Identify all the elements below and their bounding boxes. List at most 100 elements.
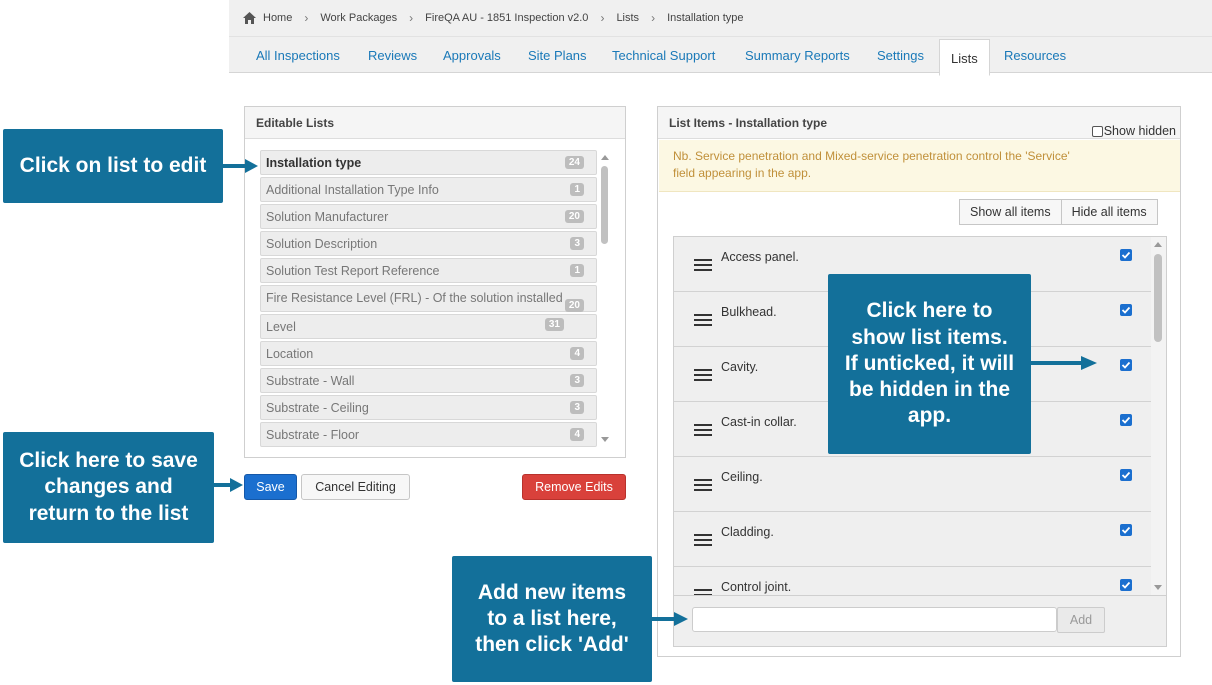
editable-lists-scrollbar[interactable] <box>598 150 612 447</box>
list-item-label: Location <box>266 347 314 361</box>
breadcrumb-work-packages[interactable]: Work Packages <box>320 12 397 24</box>
count-badge: 3 <box>570 237 584 250</box>
list-item[interactable]: Substrate - Wall 3 <box>260 368 597 393</box>
arrow-right-icon <box>651 612 688 626</box>
list-item-installation-type[interactable]: Installation type 24 <box>260 150 597 175</box>
callout-edit-list: Click on list to edit <box>3 129 223 203</box>
list-item-row[interactable]: Cladding. <box>674 512 1152 567</box>
tab-reviews[interactable]: Reviews <box>368 37 417 73</box>
callout-text: show list items. <box>851 325 1008 349</box>
tab-all-inspections[interactable]: All Inspections <box>256 37 340 73</box>
drag-handle-icon[interactable] <box>694 424 712 436</box>
list-item-row[interactable]: Control joint. <box>674 567 1152 596</box>
list-item-label: Cavity. <box>721 360 759 374</box>
scroll-thumb[interactable] <box>601 166 608 244</box>
list-item-label: Solution Description <box>266 237 378 251</box>
breadcrumb-lists[interactable]: Lists <box>616 12 639 24</box>
tab-technical-support[interactable]: Technical Support <box>612 37 715 73</box>
list-item[interactable]: Solution Manufacturer 20 <box>260 204 597 229</box>
info-note-line: Nb. Service penetration and Mixed-servic… <box>673 149 1070 163</box>
save-button[interactable]: Save <box>244 474 297 500</box>
list-item-label: Cladding. <box>721 525 774 539</box>
drag-handle-icon[interactable] <box>694 589 712 596</box>
tab-resources[interactable]: Resources <box>1004 37 1066 73</box>
editable-lists-panel: Editable Lists Installation type 24 Addi… <box>244 106 626 458</box>
arrow-right-icon <box>1031 356 1097 370</box>
list-item-label: Substrate - Wall <box>266 374 355 388</box>
count-badge: 20 <box>564 299 584 312</box>
list-item[interactable]: Additional Installation Type Info 1 <box>260 177 597 202</box>
breadcrumb: Home › Work Packages › FireQA AU - 1851 … <box>229 0 1212 37</box>
info-note: Nb. Service penetration and Mixed-servic… <box>659 140 1180 192</box>
editable-lists: Installation type 24 Additional Installa… <box>260 150 612 447</box>
count-badge: 4 <box>570 428 584 441</box>
list-item[interactable]: Solution Test Report Reference 1 <box>260 258 597 283</box>
list-item[interactable]: Substrate - Floor 4 <box>260 422 597 447</box>
count-badge: 31 <box>544 318 564 331</box>
tab-summary-reports[interactable]: Summary Reports <box>745 37 850 73</box>
tab-site-plans[interactable]: Site Plans <box>528 37 587 73</box>
callout-add-items: Add new items to a list here, then click… <box>452 556 652 682</box>
info-note-line: field appearing in the app. <box>673 166 812 180</box>
visible-checkbox[interactable] <box>1120 249 1132 261</box>
list-item-label: Bulkhead. <box>721 305 777 319</box>
scroll-down-icon[interactable] <box>601 437 609 442</box>
tab-approvals[interactable]: Approvals <box>443 37 501 73</box>
visible-checkbox[interactable] <box>1120 524 1132 536</box>
callout-text: Add new items <box>477 580 627 604</box>
count-badge: 3 <box>570 401 584 414</box>
add-button[interactable]: Add <box>1057 607 1105 633</box>
visible-checkbox[interactable] <box>1120 304 1132 316</box>
chevron-right-icon: › <box>409 11 414 25</box>
drag-handle-icon[interactable] <box>694 259 712 271</box>
visibility-button-group: Show all items Hide all items <box>959 199 1158 225</box>
list-item-label: Cast-in collar. <box>721 415 797 429</box>
count-badge: 1 <box>570 264 584 277</box>
scroll-up-icon[interactable] <box>601 155 609 160</box>
visible-checkbox[interactable] <box>1120 359 1132 371</box>
show-all-items-button[interactable]: Show all items <box>959 199 1062 225</box>
scroll-up-icon[interactable] <box>1154 242 1162 247</box>
count-badge: 24 <box>564 156 584 169</box>
tab-lists[interactable]: Lists <box>939 39 990 76</box>
callout-text: changes and <box>44 475 173 499</box>
count-badge: 20 <box>564 210 584 223</box>
breadcrumb-project[interactable]: FireQA AU - 1851 Inspection v2.0 <box>425 12 588 24</box>
add-item-row: Add <box>673 596 1167 647</box>
hide-all-items-button[interactable]: Hide all items <box>1061 199 1158 225</box>
scroll-thumb[interactable] <box>1154 254 1162 342</box>
list-item-row[interactable]: Ceiling. <box>674 457 1152 512</box>
drag-handle-icon[interactable] <box>694 479 712 491</box>
chevron-right-icon: › <box>304 11 309 25</box>
visible-checkbox[interactable] <box>1120 414 1132 426</box>
list-item[interactable]: Substrate - Ceiling 3 <box>260 395 597 420</box>
list-items-header: List Items - Installation type Show hidd… <box>658 107 1180 139</box>
callout-show-items: Click here to show list items. If untick… <box>828 274 1031 454</box>
callout-text: Click here to <box>866 299 993 323</box>
list-item[interactable]: Level 31 <box>260 314 597 339</box>
remove-edits-button[interactable]: Remove Edits <box>522 474 626 500</box>
list-items-scrollbar[interactable] <box>1151 237 1166 595</box>
list-item-label: Additional Installation Type Info <box>266 183 439 197</box>
list-item[interactable]: Solution Description 3 <box>260 231 597 256</box>
drag-handle-icon[interactable] <box>694 369 712 381</box>
tab-settings[interactable]: Settings <box>877 37 924 73</box>
breadcrumb-home[interactable]: Home <box>243 12 292 24</box>
callout-text: to a list here, <box>487 606 617 630</box>
list-item-label: Substrate - Floor <box>266 428 360 442</box>
drag-handle-icon[interactable] <box>694 534 712 546</box>
cancel-editing-button[interactable]: Cancel Editing <box>301 474 410 500</box>
drag-handle-icon[interactable] <box>694 314 712 326</box>
list-item[interactable]: Fire Resistance Level (FRL) - Of the sol… <box>260 285 597 312</box>
visible-checkbox[interactable] <box>1120 579 1132 591</box>
count-badge: 4 <box>570 347 584 360</box>
list-item[interactable]: Location 4 <box>260 341 597 366</box>
scroll-down-icon[interactable] <box>1154 585 1162 590</box>
show-hidden-checkbox[interactable] <box>1091 125 1103 137</box>
list-item-label: Substrate - Ceiling <box>266 401 369 415</box>
visible-checkbox[interactable] <box>1120 469 1132 481</box>
callout-text: return to the list <box>28 501 189 525</box>
list-item-label: Solution Manufacturer <box>266 210 389 224</box>
new-item-input[interactable] <box>692 607 1057 632</box>
chevron-right-icon: › <box>600 11 605 25</box>
